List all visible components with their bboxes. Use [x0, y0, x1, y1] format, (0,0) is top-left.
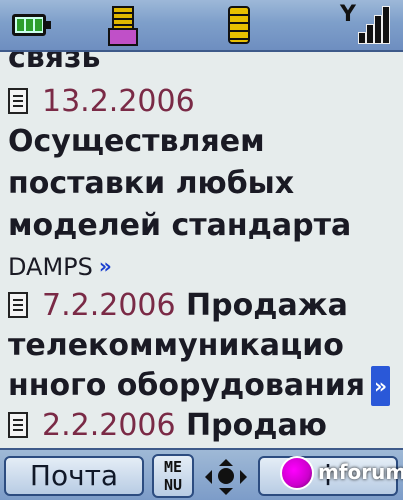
news-title: Продаю — [186, 408, 327, 443]
news-date: 2.2.2006 — [42, 408, 176, 443]
news-item-date-row[interactable]: 7.2.2006 Продажа — [8, 286, 348, 326]
news-text-line: телекоммуникацио — [8, 328, 344, 363]
phone-screen: связь 13.2.2006 Осуществляем поставки лю… — [0, 0, 403, 500]
read-more-link[interactable]: » — [371, 366, 390, 406]
news-list: связь 13.2.2006 Осуществляем поставки лю… — [0, 52, 403, 448]
menu-button[interactable]: MENU — [152, 454, 194, 498]
mail-softkey[interactable]: Почта — [4, 456, 144, 496]
mforum-logo-icon — [280, 456, 314, 490]
watermark: mforum.ru — [280, 452, 403, 496]
document-icon — [8, 412, 28, 438]
signal-strength-icon — [340, 2, 390, 44]
navigation-key-icon[interactable] — [204, 458, 248, 496]
read-more-link[interactable]: » — [99, 246, 112, 286]
document-icon — [8, 88, 28, 114]
sim-card-icon — [228, 6, 250, 44]
new-message-icon — [108, 6, 138, 46]
news-date: 7.2.2006 — [42, 288, 176, 323]
news-item-date-row[interactable]: 2.2.2006 Продаю — [8, 406, 327, 446]
news-text-line: DAMPS — [8, 253, 93, 281]
news-text-line: Осуществляем — [8, 124, 265, 159]
menu-label: MENU — [163, 458, 183, 494]
news-date: 13.2.2006 — [42, 84, 195, 119]
news-text-line: поставки любых — [8, 166, 295, 201]
news-title: Продажа — [186, 288, 348, 323]
watermark-text: mforum.ru — [318, 460, 403, 484]
battery-icon — [12, 14, 51, 36]
news-text-line: моделей стандарта — [8, 208, 352, 243]
status-bar — [0, 0, 403, 52]
news-item-date-row[interactable]: 13.2.2006 — [8, 82, 195, 122]
news-text-line: нного оборудования — [8, 368, 366, 403]
document-icon — [8, 292, 28, 318]
section-header: связь — [8, 52, 101, 75]
